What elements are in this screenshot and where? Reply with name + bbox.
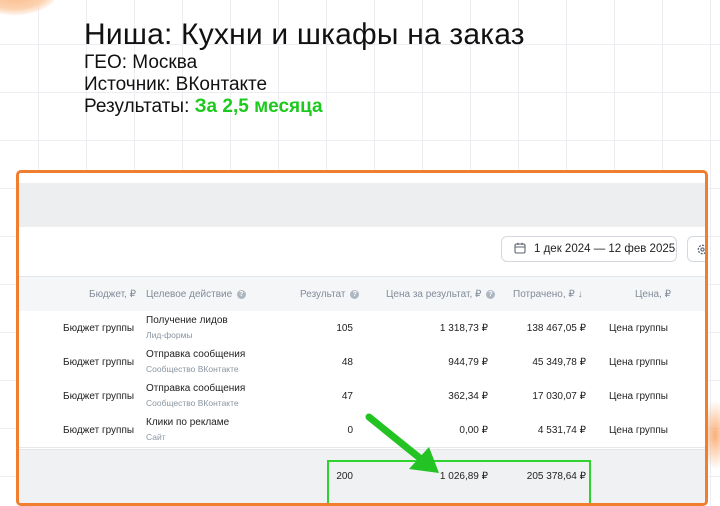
header-result[interactable]: Результат ? xyxy=(300,289,360,300)
result-cell: 0 xyxy=(347,425,353,436)
action-cell: Получение лидов xyxy=(146,315,228,326)
date-range-text: 1 дек 2024 — 12 фев 2025 xyxy=(534,243,676,255)
price-cell: Цена группы xyxy=(609,391,668,402)
price-cell: Цена группы xyxy=(609,357,668,368)
header-budget[interactable]: Бюджет, ₽ xyxy=(89,289,136,300)
header-cost-per-result[interactable]: Цена за результат, ₽ ? xyxy=(386,289,496,300)
price-cell: Цена группы xyxy=(609,425,668,436)
source-line: Источник: ВКонтакте xyxy=(84,74,268,95)
action-subtitle: Лид-формы xyxy=(146,330,193,340)
budget-cell: Бюджет группы xyxy=(63,323,135,334)
table-row[interactable]: Бюджет группы Отправка сообщения Сообщес… xyxy=(19,379,705,414)
cost-cell: 944,79 ₽ xyxy=(448,357,488,368)
spent-cell: 17 030,07 ₽ xyxy=(532,391,586,402)
header-cost-label: Цена за результат, ₽ xyxy=(386,289,482,300)
help-icon[interactable]: ? xyxy=(236,290,246,299)
table-row[interactable]: Бюджет группы Получение лидов Лид-формы … xyxy=(19,311,705,346)
results-period: За 2,5 месяца xyxy=(194,96,323,117)
action-cell: Отправка сообщения xyxy=(146,383,246,394)
price-cell: Цена группы xyxy=(609,323,668,334)
cost-cell: 1 318,73 ₽ xyxy=(439,323,488,334)
budget-cell: Бюджет группы xyxy=(63,357,135,368)
budget-cell: Бюджет группы xyxy=(63,425,135,436)
spent-cell: 45 349,78 ₽ xyxy=(532,357,586,368)
header-result-label: Результат xyxy=(300,289,346,300)
settings-button[interactable] xyxy=(687,236,705,262)
date-range-button[interactable]: 1 дек 2024 — 12 фев 2025 xyxy=(501,236,677,262)
gear-icon xyxy=(696,243,705,261)
heading-block: Ниша: Кухни и шкафы на заказ ГЕО: Москва… xyxy=(84,18,525,118)
result-cell: 48 xyxy=(341,357,353,368)
geo-line: ГЕО: Москва xyxy=(84,52,198,73)
action-subtitle: Сайт xyxy=(146,432,166,442)
help-icon[interactable]: ? xyxy=(350,290,360,299)
header-price[interactable]: Цена, ₽ xyxy=(635,289,671,300)
screenshot-frame: 1 дек 2024 — 12 фев 2025 Бюджет, ₽ Целев… xyxy=(16,170,708,506)
spent-cell: 138 467,05 ₽ xyxy=(526,323,586,334)
header-target-action[interactable]: Целевое действие ? xyxy=(146,289,246,300)
action-subtitle: Сообщество ВКонтакте xyxy=(146,398,239,408)
cost-cell: 362,34 ₽ xyxy=(448,391,488,402)
result-cell: 105 xyxy=(336,323,353,334)
results-label: Результаты: xyxy=(84,96,190,117)
header-spent[interactable]: Потрачено, ₽ ↓ xyxy=(513,289,583,300)
action-cell: Отправка сообщения xyxy=(146,349,246,360)
decorative-blob xyxy=(0,0,60,15)
action-subtitle: Сообщество ВКонтакте xyxy=(146,364,239,374)
page-title: Ниша: Кухни и шкафы на заказ xyxy=(84,18,525,51)
table-row[interactable]: Бюджет группы Отправка сообщения Сообщес… xyxy=(19,345,705,380)
budget-cell: Бюджет группы xyxy=(63,391,135,402)
spent-cell: 4 531,74 ₽ xyxy=(537,425,586,436)
result-cell: 47 xyxy=(341,391,353,402)
cost-cell: 0,00 ₽ xyxy=(459,425,488,436)
results-line: Результаты: За 2,5 месяца xyxy=(84,96,525,118)
calendar-icon xyxy=(514,242,526,257)
help-icon[interactable]: ? xyxy=(486,290,496,299)
header-target-action-label: Целевое действие xyxy=(146,289,233,300)
action-cell: Клики по рекламе xyxy=(146,417,230,428)
table-header: Бюджет, ₽ Целевое действие ? Результат ?… xyxy=(19,276,705,312)
top-bar xyxy=(19,183,705,227)
arrow-icon xyxy=(365,413,439,473)
